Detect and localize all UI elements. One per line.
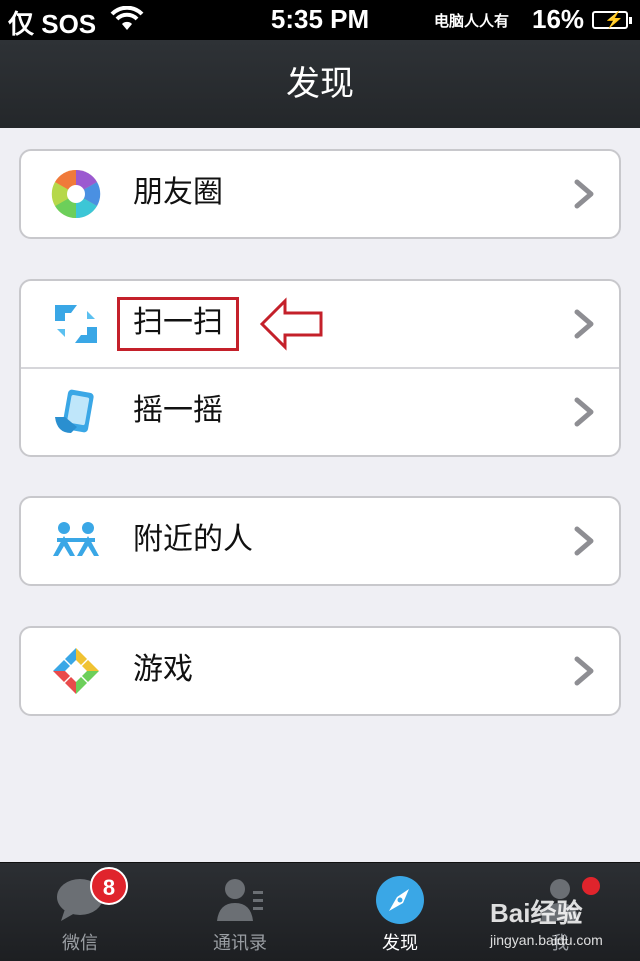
unread-badge: 8 xyxy=(90,867,128,905)
battery-percent: 16% xyxy=(532,4,585,34)
cell-moments[interactable]: 朋友圈 xyxy=(21,151,619,237)
cell-label-moments: 朋友圈 xyxy=(133,175,223,210)
cell-shake[interactable]: 摇一摇 xyxy=(21,367,619,455)
watermark-text: 电脑人人有 xyxy=(434,13,510,30)
annotation-highlight-box xyxy=(117,297,239,351)
cell-label-people-nearby: 附近的人 xyxy=(133,522,253,557)
moments-aperture-icon xyxy=(51,169,101,219)
compass-icon xyxy=(376,876,424,924)
cell-label-shake: 摇一摇 xyxy=(133,393,223,428)
people-nearby-icon xyxy=(53,522,99,556)
chevron-right-icon xyxy=(574,656,594,686)
baidu-watermark: Bai经验 jingyan.baidu.com xyxy=(490,893,603,948)
status-bar: 仅 SOS 5:35 PM 电脑人人有 16% ⚡ xyxy=(0,0,640,40)
shake-phone-icon xyxy=(55,389,94,433)
cell-scan[interactable]: 扫一扫 xyxy=(21,281,619,367)
group-moments: 朋友圈 xyxy=(19,149,621,239)
baidu-logo: Bai经验 xyxy=(490,898,583,928)
page-title: 发现 xyxy=(286,64,354,104)
tab-label-chats: 微信 xyxy=(62,933,98,954)
games-icon xyxy=(53,648,99,694)
tab-label-contacts: 通讯录 xyxy=(213,933,267,954)
chevron-right-icon xyxy=(574,309,594,339)
tab-bar: 8 微信 通讯录 发现 我 Bai经验 jingyan.baidu.com xyxy=(0,862,640,961)
tab-contacts[interactable]: 通讯录 xyxy=(160,863,320,961)
cell-label-games: 游戏 xyxy=(133,652,193,687)
annotation-arrow-icon xyxy=(259,297,323,351)
group-games: 游戏 xyxy=(19,626,621,716)
chevron-right-icon xyxy=(574,179,594,209)
contacts-icon xyxy=(217,879,263,921)
chevron-right-icon xyxy=(574,526,594,556)
tab-discover[interactable]: 发现 xyxy=(320,863,480,961)
cell-people-nearby[interactable]: 附近的人 xyxy=(21,498,619,584)
tab-label-discover: 发现 xyxy=(382,933,418,954)
tab-chats[interactable]: 8 微信 xyxy=(0,863,160,961)
chevron-right-icon xyxy=(574,397,594,427)
group-scan-shake: 扫一扫 摇一摇 xyxy=(19,279,621,457)
cell-games[interactable]: 游戏 xyxy=(21,628,619,714)
group-nearby: 附近的人 xyxy=(19,496,621,586)
scan-icon xyxy=(55,305,97,343)
nav-bar: 发现 xyxy=(0,40,640,128)
battery-icon: ⚡ xyxy=(592,11,632,29)
baidu-url: jingyan.baidu.com xyxy=(490,932,603,948)
